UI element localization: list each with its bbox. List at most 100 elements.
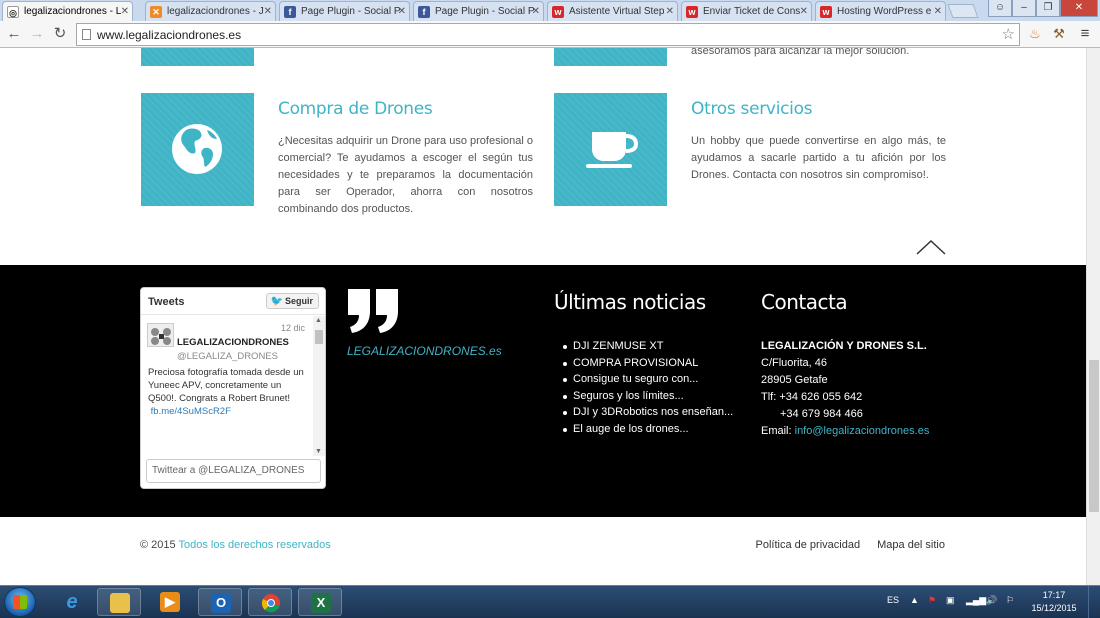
bookmark-star-icon[interactable]: ☆ xyxy=(1002,25,1015,43)
scroll-up-arrow-icon[interactable]: ▲ xyxy=(315,317,322,324)
tweet-date[interactable]: 12 dic xyxy=(281,323,305,333)
tab-label: legalizaciondrones - L xyxy=(24,6,122,17)
tab-close-icon[interactable]: ✕ xyxy=(264,2,272,21)
company-name: LEGALIZACIÓN Y DRONES S.L. xyxy=(761,340,927,352)
show-hidden-icons-icon[interactable]: ▲ xyxy=(910,595,919,605)
tab-page-plugin-1[interactable]: f Page Plugin - Social P ✕ xyxy=(279,1,410,21)
joomla-icon: ✕ xyxy=(150,6,162,18)
internet-explorer-icon: e xyxy=(66,591,78,613)
windows-logo-icon xyxy=(13,595,27,609)
sitemap-link[interactable]: Mapa del sitio xyxy=(877,539,945,551)
news-item[interactable]: DJI y 3DRobotics nos enseñan... xyxy=(560,404,740,421)
flag-notification-icon[interactable]: ⚑ xyxy=(928,595,936,606)
show-desktop-button[interactable] xyxy=(1088,586,1100,618)
excel-icon: X xyxy=(311,593,331,613)
clock-time: 17:17 xyxy=(1042,590,1066,600)
webempresa-icon: w xyxy=(686,6,698,18)
tab-close-icon[interactable]: ✕ xyxy=(398,2,406,21)
twitter-widget-header: Tweets 🐦 Seguir xyxy=(141,288,325,315)
tab-close-icon[interactable]: ✕ xyxy=(934,2,942,21)
page-scrollbar[interactable] xyxy=(1086,48,1100,585)
user-profile-icon[interactable]: ☺ xyxy=(988,0,1012,17)
tweet-compose-input[interactable]: Twittear a @LEGALIZA_DRONES xyxy=(146,459,321,483)
tweet-text: Preciosa fotografía tomada desde un Yune… xyxy=(148,366,308,418)
scroll-to-top-chevron-icon[interactable] xyxy=(915,238,947,256)
start-button[interactable] xyxy=(4,587,36,617)
new-tab-button[interactable] xyxy=(947,4,979,18)
forward-arrow-icon[interactable]: → xyxy=(28,25,46,43)
tab-close-icon[interactable]: ✕ xyxy=(800,2,808,21)
page-viewport: asesoramos para alcanzar la mejor soluci… xyxy=(0,48,1086,585)
tab-enviar-ticket[interactable]: w Enviar Ticket de Cons ✕ xyxy=(681,1,812,21)
scrollbar-thumb[interactable] xyxy=(315,330,323,344)
reload-icon[interactable]: ↻ xyxy=(51,25,69,43)
tab-hosting-wordpress[interactable]: w Hosting WordPress e ✕ xyxy=(815,1,946,21)
news-item[interactable]: Seguros y los límites... xyxy=(560,388,740,405)
chrome-page-icon: ◎ xyxy=(7,6,19,18)
restore-button[interactable]: ❐ xyxy=(1036,0,1060,17)
browser-toolbar: ← → ↻ www.legalizaciondrones.es ☆ ♨ ⚒ ≡ xyxy=(0,21,1100,48)
tab-asistente-virtual[interactable]: w Asistente Virtual Step ✕ xyxy=(547,1,678,21)
news-item[interactable]: Consigue tu seguro con... xyxy=(560,371,740,388)
tab-close-icon[interactable]: ✕ xyxy=(121,2,129,21)
webempresa-icon: w xyxy=(820,6,832,18)
volume-icon[interactable]: 🔊 xyxy=(986,595,997,606)
twitter-widget: Tweets 🐦 Seguir 12 dic LEGALIZACIONDRONES… xyxy=(140,287,326,489)
taskbar-file-explorer[interactable] xyxy=(97,588,141,616)
tab-page-plugin-2[interactable]: f Page Plugin - Social P ✕ xyxy=(413,1,544,21)
browser-tab-strip: ◎ legalizaciondrones - L ✕ ✕ legalizacio… xyxy=(0,0,1100,21)
news-item[interactable]: El auge de los drones... xyxy=(560,421,740,438)
email-line: Email: info@legalizaciondrones.es xyxy=(761,423,929,440)
tool-extension-icon[interactable]: ⚒ xyxy=(1051,26,1067,42)
address-bar[interactable]: www.legalizaciondrones.es ☆ xyxy=(76,23,1020,46)
page-scrollbar-thumb[interactable] xyxy=(1089,360,1099,512)
avatar[interactable] xyxy=(147,323,174,347)
menu-icon[interactable]: ≡ xyxy=(1077,26,1093,42)
back-arrow-icon[interactable]: ← xyxy=(5,25,23,43)
network-signal-icon[interactable]: ▂▄▆ xyxy=(966,595,986,606)
address-line: 28905 Getafe xyxy=(761,374,828,386)
twitter-follow-button[interactable]: 🐦 Seguir xyxy=(265,293,319,309)
taskbar-internet-explorer[interactable]: e xyxy=(50,588,94,616)
tweet-body: Preciosa fotografía tomada desde un Yune… xyxy=(148,367,304,404)
tab-joomla[interactable]: ✕ legalizaciondrones - J ✕ xyxy=(145,1,276,21)
facebook-icon: f xyxy=(418,6,430,18)
service-description: Un hobby que puede convertirse en algo m… xyxy=(691,135,946,181)
system-clock[interactable]: 17:17 15/12/2015 xyxy=(1028,589,1080,615)
tab-label: Hosting WordPress e xyxy=(837,6,932,17)
taskbar-media-player[interactable]: ▶ xyxy=(148,588,192,616)
rights-link[interactable]: Todos los derechos reservados xyxy=(179,539,331,551)
copyright: © 2015 Todos los derechos reservados xyxy=(140,539,331,551)
taskbar-excel[interactable]: X xyxy=(298,588,342,616)
close-window-button[interactable]: ✕ xyxy=(1060,0,1098,17)
address-line: C/Fluorita, 46 xyxy=(761,357,828,369)
tweet-link[interactable]: fb.me/4SuMScR2F xyxy=(151,406,231,417)
tab-close-icon[interactable]: ✕ xyxy=(532,2,540,21)
clock-date: 15/12/2015 xyxy=(1031,603,1077,613)
tweet-author-handle[interactable]: @LEGALIZA_DRONES xyxy=(177,351,278,362)
news-heading: Últimas noticias xyxy=(554,290,706,314)
email-link[interactable]: info@legalizaciondrones.es xyxy=(795,425,930,437)
news-item[interactable]: DJI ZENMUSE XT xyxy=(560,338,740,355)
quote-mark-icon xyxy=(348,289,398,333)
facebook-icon: f xyxy=(284,6,296,18)
tab-legalizaciondrones[interactable]: ◎ legalizaciondrones - L ✕ xyxy=(2,1,133,21)
scroll-down-arrow-icon[interactable]: ▼ xyxy=(315,448,322,455)
service-icon-box-partial xyxy=(141,48,254,66)
service-icon-box xyxy=(554,93,667,206)
device-icon[interactable]: ▣ xyxy=(946,595,955,606)
news-item[interactable]: COMPRA PROVISIONAL xyxy=(560,355,740,372)
action-center-icon[interactable]: ⚐ xyxy=(1006,595,1014,606)
minimize-button[interactable]: – xyxy=(1012,0,1036,17)
contact-heading: Contacta xyxy=(761,290,848,314)
tab-close-icon[interactable]: ✕ xyxy=(666,2,674,21)
webempresa-icon: w xyxy=(552,6,564,18)
tweet-author-name[interactable]: LEGALIZACIONDRONES xyxy=(177,337,289,348)
tab-label: Page Plugin - Social P xyxy=(435,6,535,17)
taskbar-outlook[interactable]: O xyxy=(198,588,242,616)
twitter-widget-scrollbar[interactable]: ▲ ▼ xyxy=(313,316,325,456)
privacy-link[interactable]: Política de privacidad xyxy=(756,539,861,551)
taskbar-chrome[interactable] xyxy=(248,588,292,616)
language-indicator[interactable]: ES xyxy=(887,595,899,605)
fire-extension-icon[interactable]: ♨ xyxy=(1027,26,1043,42)
